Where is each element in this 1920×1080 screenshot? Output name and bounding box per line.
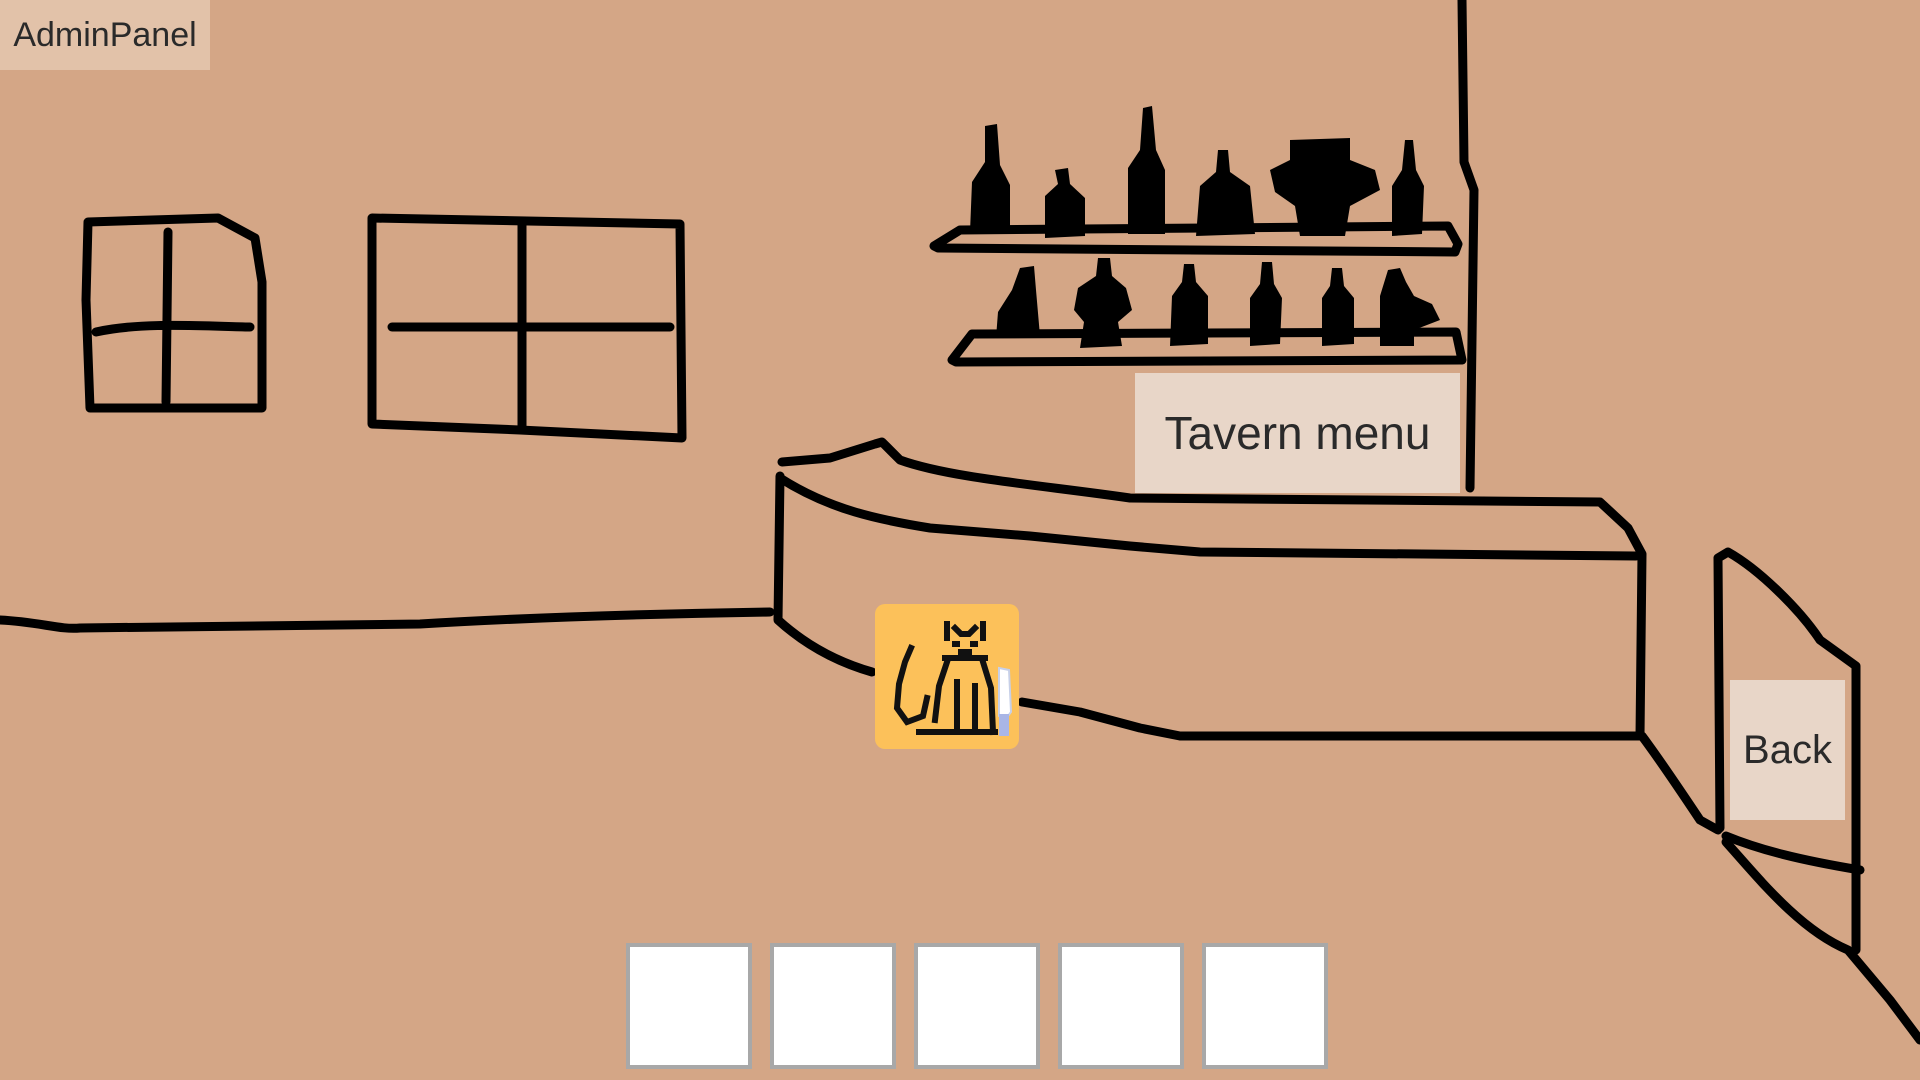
inventory-slot-3[interactable] <box>914 943 1040 1069</box>
bottles-top <box>970 106 1424 238</box>
cat-with-knife-icon[interactable] <box>875 604 1019 749</box>
tavern-menu-button[interactable]: Tavern menu <box>1135 373 1460 493</box>
large-window <box>367 213 687 443</box>
bottle <box>1045 168 1085 238</box>
bottle <box>970 124 1010 232</box>
back-button[interactable]: Back <box>1730 680 1845 820</box>
bottle <box>1170 264 1208 346</box>
inventory-slot-1[interactable] <box>626 943 752 1069</box>
shelf-upper <box>929 221 1463 257</box>
bottle <box>1128 106 1165 234</box>
admin-panel-button[interactable]: AdminPanel <box>0 0 210 70</box>
bottle <box>996 266 1040 338</box>
knife-icon <box>998 666 1013 722</box>
bottle <box>1322 268 1354 346</box>
bottle <box>1196 150 1255 236</box>
inventory-slot-5[interactable] <box>1202 943 1328 1069</box>
inventory-slot-2[interactable] <box>770 943 896 1069</box>
jug <box>1270 138 1380 236</box>
inventory-slot-4[interactable] <box>1058 943 1184 1069</box>
floor-line <box>0 607 775 633</box>
tavern-scene <box>0 0 1920 1045</box>
small-window <box>81 213 267 413</box>
inventory-hotbar <box>626 943 1328 1069</box>
bottle <box>1250 262 1282 346</box>
wall-corner-line <box>1457 0 1479 493</box>
bottle <box>1392 140 1424 236</box>
